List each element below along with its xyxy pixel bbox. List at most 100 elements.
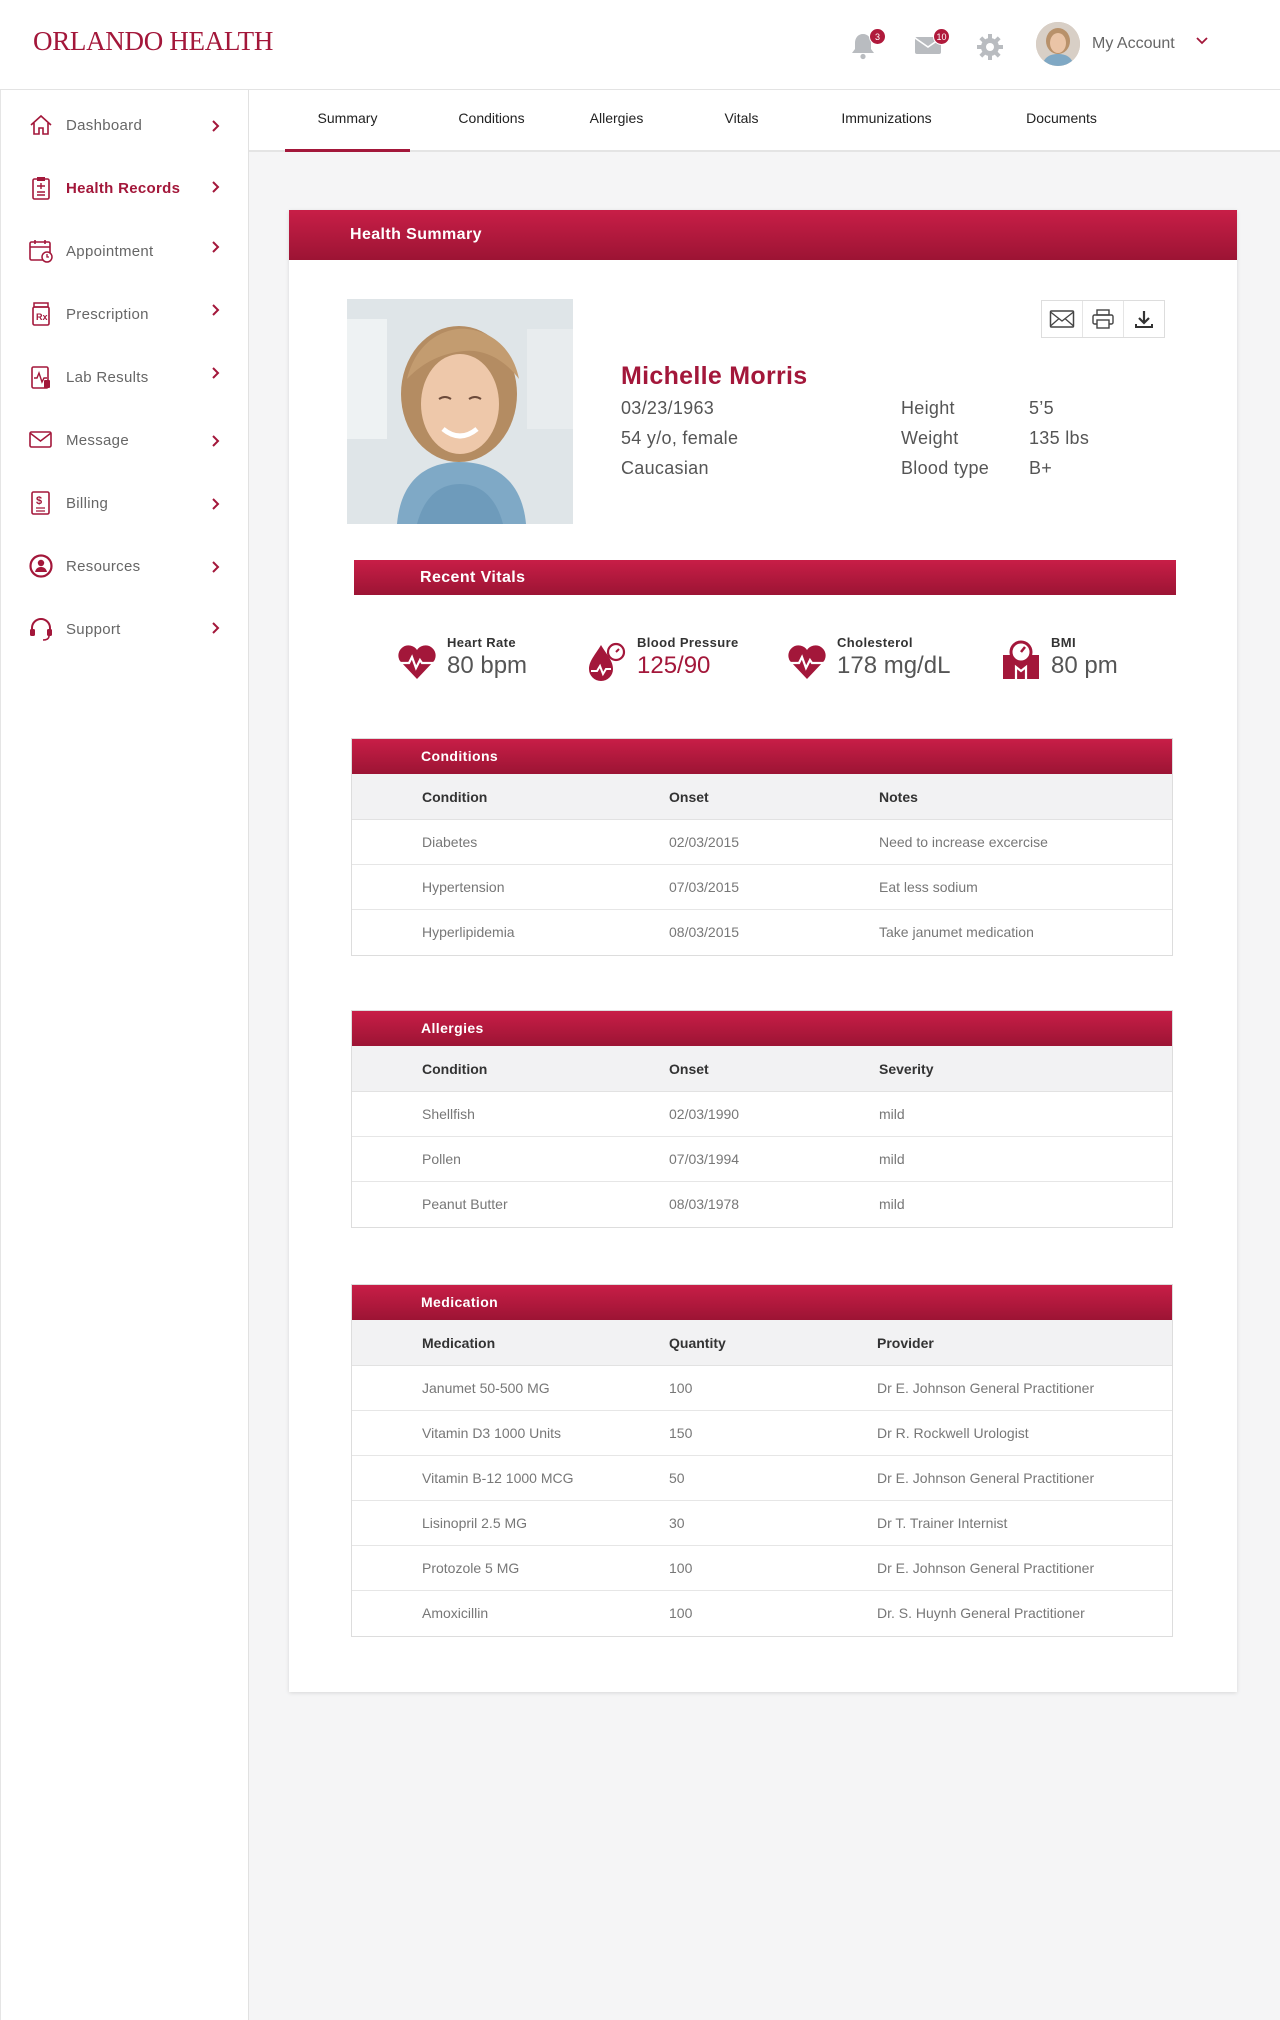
table-header-row: Condition Onset Severity bbox=[352, 1046, 1172, 1092]
tab-immunizations[interactable]: Immunizations bbox=[814, 90, 959, 152]
notifications-button[interactable]: 3 bbox=[850, 28, 886, 62]
sidebar-item-label: Health Records bbox=[66, 180, 181, 197]
table-row[interactable]: Vitamin D3 1000 Units 150 Dr R. Rockwell… bbox=[352, 1411, 1172, 1456]
column-header[interactable]: Onset bbox=[669, 1046, 709, 1092]
tab-conditions[interactable]: Conditions bbox=[429, 90, 554, 152]
column-header[interactable]: Condition bbox=[422, 1046, 487, 1092]
gear-icon bbox=[977, 34, 1003, 60]
table-row[interactable]: Shellfish 02/03/1990 mild bbox=[352, 1092, 1172, 1137]
patient-dob: 03/23/1963 bbox=[621, 398, 715, 418]
sidebar-item-message[interactable]: Message bbox=[1, 415, 249, 465]
resources-icon bbox=[29, 554, 53, 578]
table-row[interactable]: Hypertension 07/03/2015 Eat less sodium bbox=[352, 865, 1172, 910]
orlando-health-logo[interactable]: ORLANDO HEALTH bbox=[33, 26, 273, 57]
column-header[interactable]: Onset bbox=[669, 774, 709, 820]
table-cell: mild bbox=[879, 1151, 905, 1167]
sidebar-item-label: Appointment bbox=[66, 243, 154, 260]
conditions-title: Conditions bbox=[352, 739, 1172, 774]
medication-title: Medication bbox=[352, 1285, 1172, 1320]
chevron-right-icon bbox=[212, 435, 220, 447]
chevron-right-icon bbox=[212, 622, 220, 634]
medication-table: Medication Medication Quantity Provider … bbox=[351, 1284, 1173, 1637]
lab-report-icon bbox=[31, 366, 50, 389]
blood-type-label: Blood type bbox=[901, 458, 990, 478]
tab-summary[interactable]: Summary bbox=[285, 90, 410, 152]
calendar-clock-icon bbox=[29, 240, 53, 263]
table-cell: Protozole 5 MG bbox=[422, 1560, 520, 1576]
settings-button[interactable] bbox=[976, 33, 1006, 63]
sidebar-item-resources[interactable]: Resources bbox=[1, 541, 249, 591]
account-avatar[interactable] bbox=[1036, 22, 1080, 66]
table-cell: 07/03/2015 bbox=[669, 879, 740, 895]
column-header[interactable]: Provider bbox=[877, 1320, 934, 1366]
table-cell: 07/03/1994 bbox=[669, 1151, 740, 1167]
column-header[interactable]: Medication bbox=[422, 1320, 495, 1366]
sidebar-item-support[interactable]: Support bbox=[1, 604, 249, 654]
sidebar-item-dashboard[interactable]: Dashboard bbox=[1, 100, 249, 150]
table-cell: 30 bbox=[669, 1515, 685, 1531]
vital-label: BMI bbox=[1051, 635, 1077, 650]
print-summary-button[interactable] bbox=[1083, 301, 1124, 337]
record-tabs: Summary Conditions Allergies Vitals Immu… bbox=[249, 90, 1280, 152]
chevron-right-icon bbox=[212, 241, 220, 253]
vital-value: 80 bpm bbox=[447, 652, 528, 679]
table-cell: Hypertension bbox=[422, 879, 505, 895]
my-account-link[interactable]: My Account bbox=[1092, 35, 1175, 53]
vital-label: Heart Rate bbox=[447, 635, 517, 650]
patient-ethnicity: Caucasian bbox=[621, 458, 709, 478]
height-value: 5’5 bbox=[1029, 398, 1054, 418]
table-row[interactable]: Protozole 5 MG 100 Dr E. Johnson General… bbox=[352, 1546, 1172, 1591]
chevron-right-icon bbox=[212, 304, 220, 316]
patient-photo bbox=[347, 299, 573, 524]
tab-documents[interactable]: Documents bbox=[989, 90, 1134, 152]
sidebar-item-health-records[interactable]: Health Records bbox=[1, 163, 249, 213]
download-summary-button[interactable] bbox=[1124, 301, 1164, 337]
table-row[interactable]: Amoxicillin 100 Dr. S. Huynh General Pra… bbox=[352, 1591, 1172, 1636]
table-row[interactable]: Vitamin B-12 1000 MCG 50 Dr E. Johnson G… bbox=[352, 1456, 1172, 1501]
table-row[interactable]: Janumet 50-500 MG 100 Dr E. Johnson Gene… bbox=[352, 1366, 1172, 1411]
sidebar-item-appointment[interactable]: Appointment bbox=[1, 226, 249, 276]
table-row[interactable]: Diabetes 02/03/2015 Need to increase exc… bbox=[352, 820, 1172, 865]
messages-button[interactable]: 10 bbox=[914, 28, 950, 62]
chevron-right-icon bbox=[212, 181, 220, 193]
column-header[interactable]: Quantity bbox=[669, 1320, 726, 1366]
tab-vitals[interactable]: Vitals bbox=[679, 90, 804, 152]
table-header-row: Medication Quantity Provider bbox=[352, 1320, 1172, 1366]
chevron-down-icon[interactable] bbox=[1195, 36, 1209, 46]
column-header[interactable]: Severity bbox=[879, 1046, 933, 1092]
conditions-table: Conditions Condition Onset Notes Diabete… bbox=[351, 738, 1173, 956]
blood-drop-gauge-icon bbox=[589, 642, 626, 681]
table-cell: 150 bbox=[669, 1425, 693, 1441]
table-cell: 100 bbox=[669, 1380, 693, 1396]
column-header[interactable]: Notes bbox=[879, 774, 918, 820]
health-summary-card: Health Summary Michelle Morris 03/23/196… bbox=[289, 210, 1237, 1692]
email-summary-button[interactable] bbox=[1042, 301, 1083, 337]
envelope-icon bbox=[29, 431, 52, 448]
patient-age-sex: 54 y/o, female bbox=[621, 428, 739, 448]
sidebar-item-billing[interactable]: $ Billing bbox=[1, 478, 249, 528]
table-row[interactable]: Pollen 07/03/1994 mild bbox=[352, 1137, 1172, 1182]
sidebar-item-lab-results[interactable]: Lab Results bbox=[1, 352, 249, 402]
printer-icon bbox=[1092, 309, 1114, 329]
table-cell: Hyperlipidemia bbox=[422, 924, 515, 940]
table-cell: Pollen bbox=[422, 1151, 461, 1167]
sidebar-item-prescription[interactable]: Rx Prescription bbox=[1, 289, 249, 339]
recent-vitals-title: Recent Vitals bbox=[354, 560, 1176, 595]
chevron-right-icon bbox=[212, 498, 220, 510]
table-cell: Lisinopril 2.5 MG bbox=[422, 1515, 528, 1531]
table-cell: 100 bbox=[669, 1605, 693, 1621]
table-row[interactable]: Lisinopril 2.5 MG 30 Dr T. Trainer Inter… bbox=[352, 1501, 1172, 1546]
table-cell: Dr E. Johnson General Practitioner bbox=[877, 1560, 1095, 1576]
table-row[interactable]: Peanut Butter 08/03/1978 mild bbox=[352, 1182, 1172, 1227]
sidebar-item-label: Dashboard bbox=[66, 117, 143, 134]
tab-allergies[interactable]: Allergies bbox=[554, 90, 679, 152]
svg-text:$: $ bbox=[36, 495, 42, 507]
table-row[interactable]: Hyperlipidemia 08/03/2015 Take janumet m… bbox=[352, 910, 1172, 955]
column-header[interactable]: Condition bbox=[422, 774, 487, 820]
patient-name: Michelle Morris bbox=[621, 362, 808, 390]
table-cell: Vitamin D3 1000 Units bbox=[422, 1425, 562, 1441]
sidebar-item-label: Billing bbox=[66, 495, 109, 512]
table-cell: 02/03/2015 bbox=[669, 834, 740, 850]
health-summary-title: Health Summary bbox=[289, 210, 1237, 260]
weight-value: 135 lbs bbox=[1029, 428, 1090, 448]
